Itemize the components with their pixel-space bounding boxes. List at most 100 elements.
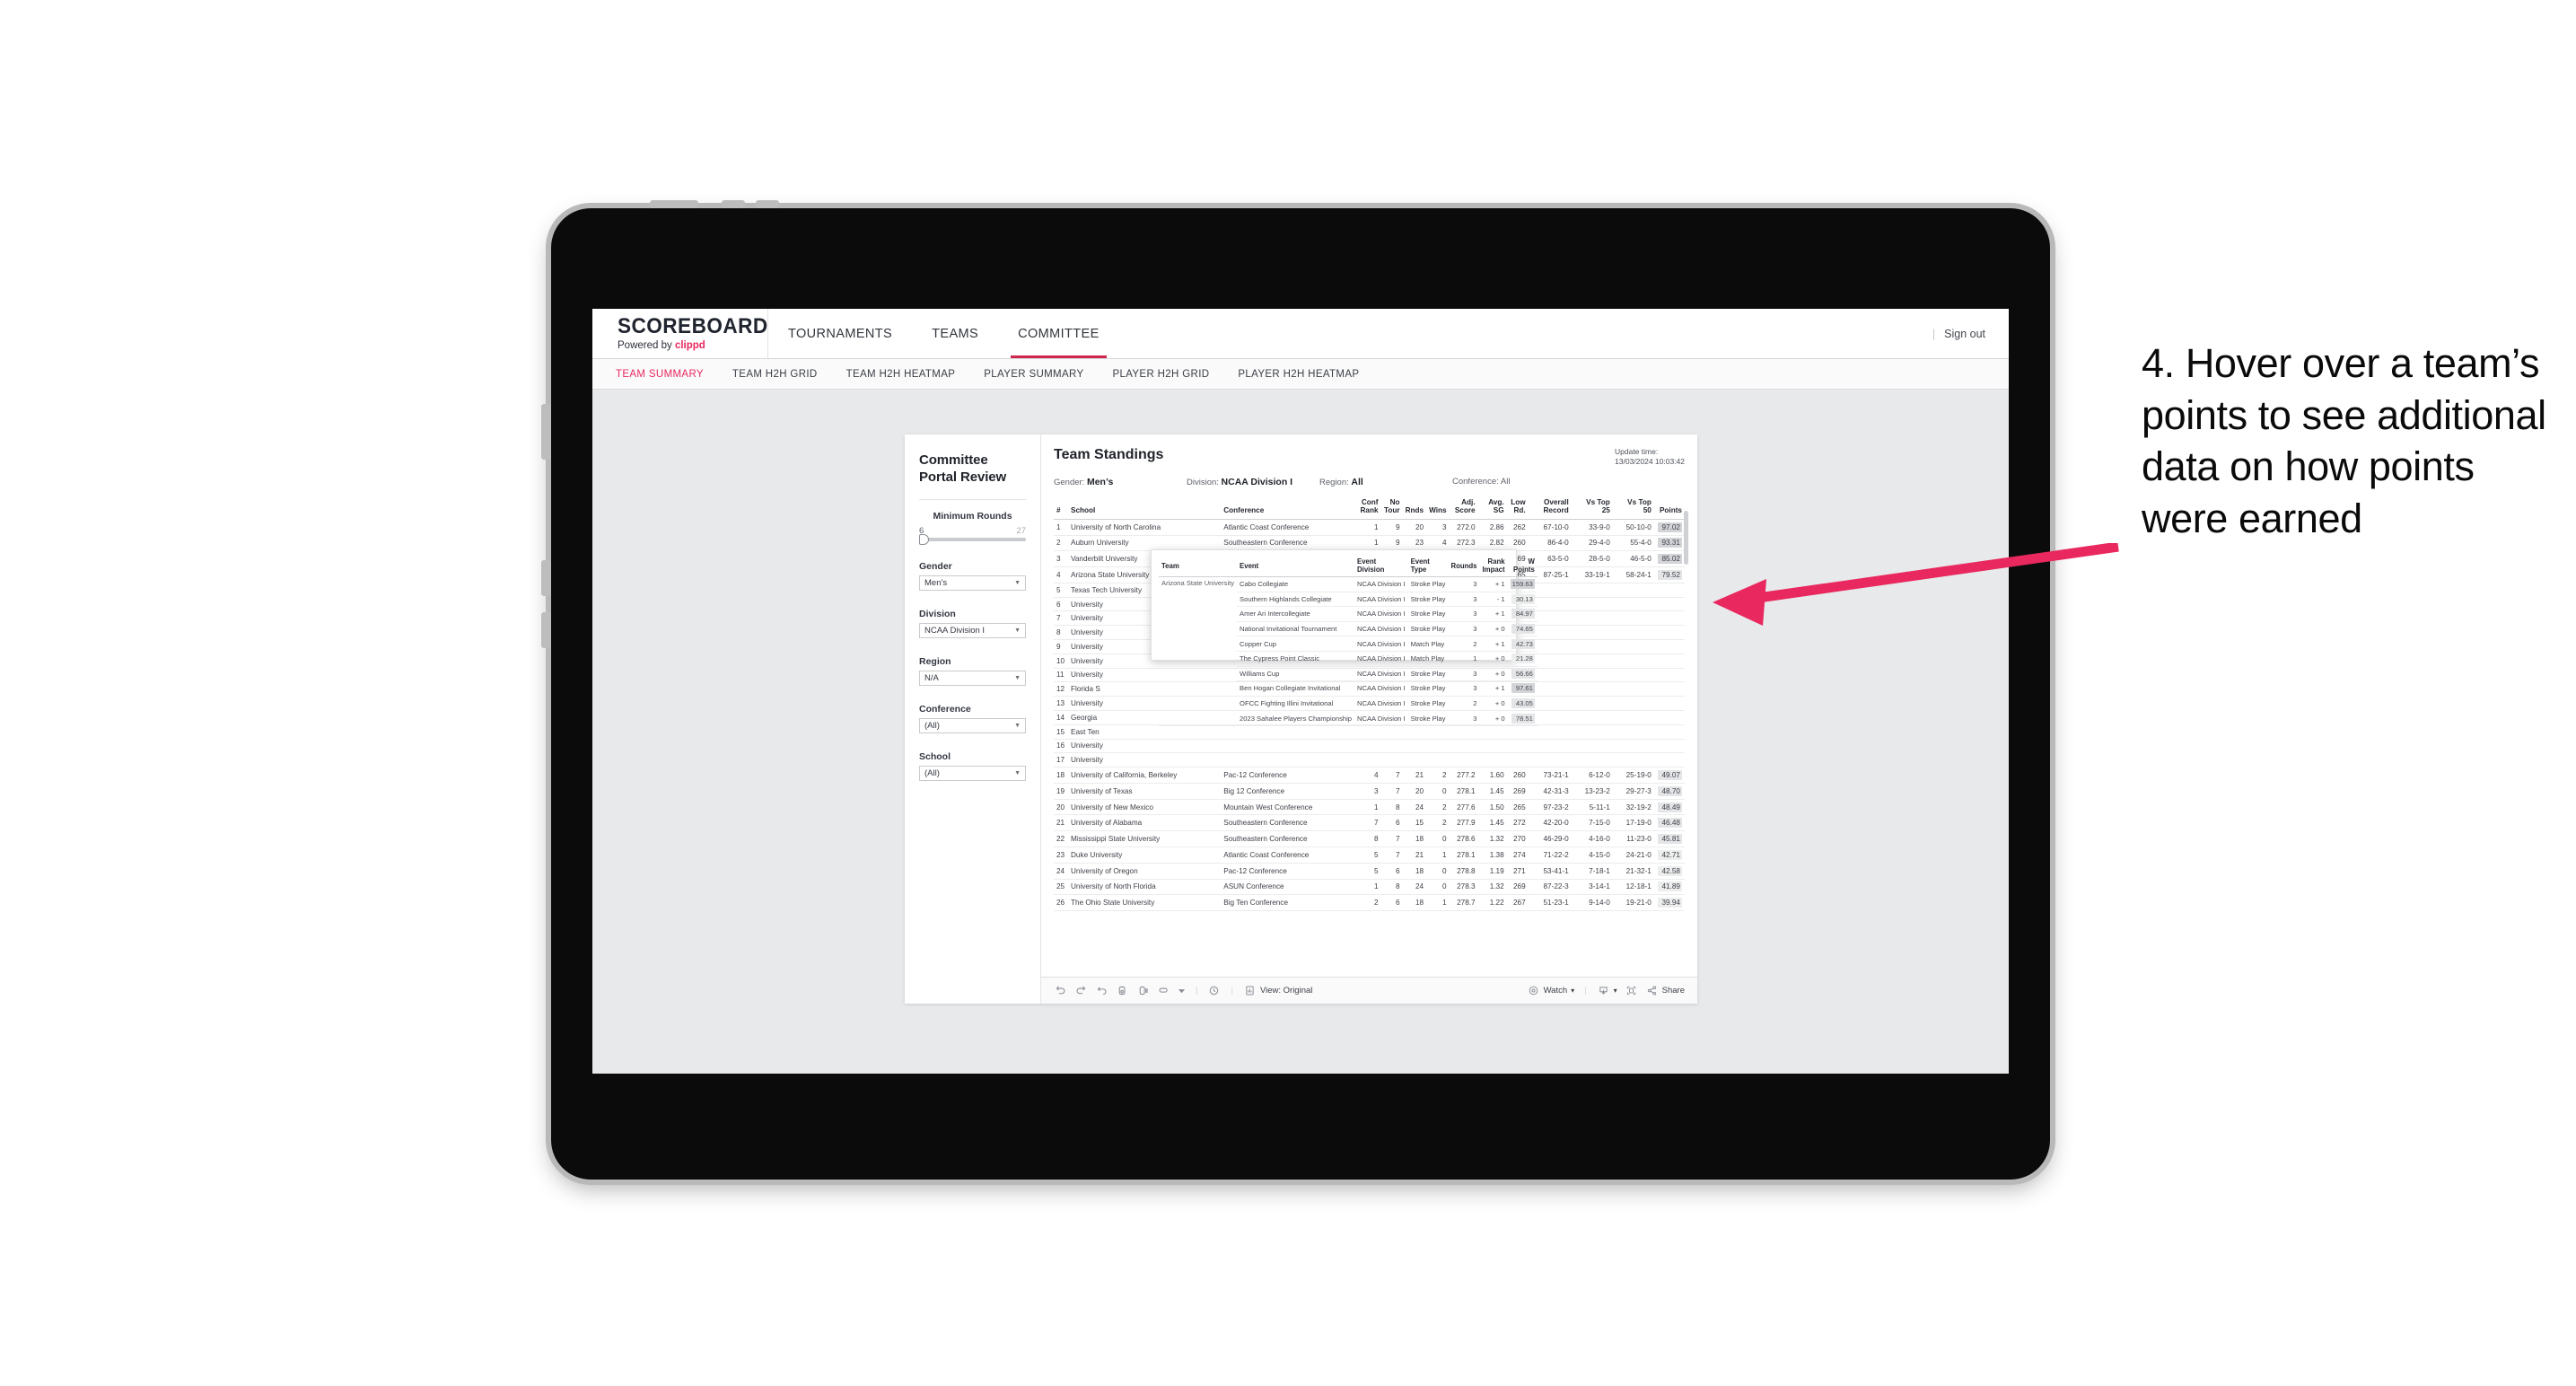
- th-adj-score[interactable]: Adj. Score: [1449, 496, 1478, 520]
- cell-points[interactable]: 56.66: [1507, 666, 1538, 682]
- tooltip-event: Ben Hogan Collegiate Invitational: [1237, 680, 1355, 697]
- cell-points[interactable]: 85.02: [1653, 550, 1685, 568]
- cell-points[interactable]: 93.31: [1653, 535, 1685, 552]
- primary-nav: TOURNAMENTS TEAMS COMMITTEE: [768, 309, 1119, 358]
- cell-points[interactable]: 74.65: [1507, 621, 1538, 637]
- cell-no-tour: 8: [1380, 879, 1403, 896]
- cell-points[interactable]: 42.58: [1653, 863, 1685, 880]
- share-button[interactable]: Share: [1645, 984, 1685, 997]
- th-avg-sg[interactable]: Avg. SG: [1477, 496, 1507, 520]
- slider-thumb[interactable]: [919, 533, 929, 545]
- division-value: NCAA Division I: [924, 625, 986, 636]
- chevron-down-icon[interactable]: [1178, 984, 1186, 997]
- sign-out-link[interactable]: Sign out: [1944, 328, 1985, 340]
- th-conf-rank[interactable]: Conf Rank: [1357, 496, 1381, 520]
- school-select[interactable]: (All) ▼: [919, 765, 1026, 781]
- cell-points[interactable]: 46.48: [1653, 814, 1685, 832]
- topnav-item-tournaments[interactable]: TOURNAMENTS: [768, 309, 912, 358]
- table-row[interactable]: 16 University: [1054, 739, 1685, 754]
- topnav-item-committee[interactable]: COMMITTEE: [998, 309, 1119, 358]
- th-low-rd[interactable]: Low Rd.: [1506, 496, 1529, 520]
- subnav-item-player-h2h-heatmap[interactable]: PLAYER H2H HEATMAP: [1223, 369, 1373, 380]
- cell-points[interactable]: 48.49: [1653, 799, 1685, 816]
- region-select[interactable]: N/A ▼: [919, 670, 1026, 686]
- cell-points[interactable]: 43.05: [1507, 696, 1538, 712]
- cell-points[interactable]: 41.89: [1653, 879, 1685, 896]
- tooltip-event-type: Stroke Play: [1407, 606, 1449, 622]
- conference-select[interactable]: (All) ▼: [919, 717, 1026, 733]
- table-row[interactable]: 22 Mississippi State University Southeaste…: [1054, 830, 1685, 847]
- th-conference[interactable]: Conference: [1221, 496, 1358, 520]
- th-overall-record[interactable]: Overall Record: [1528, 496, 1572, 520]
- cell-points[interactable]: 39.94: [1653, 894, 1685, 912]
- table-row[interactable]: 21 University of Alabama Southeastern Conf…: [1054, 814, 1685, 832]
- gender-select[interactable]: Men’s ▼: [919, 575, 1026, 591]
- fullscreen-icon[interactable]: [1625, 984, 1638, 997]
- cell-points[interactable]: 42.71: [1653, 847, 1685, 864]
- cell-points[interactable]: 79.52: [1653, 566, 1685, 583]
- chevron-down-icon: ▼: [1014, 674, 1021, 681]
- cell-conf-rank: 5: [1357, 863, 1381, 880]
- tablet-screen: SCOREBOARD Powered by clippd TOURNAMENTS…: [592, 309, 2009, 1074]
- watch-button[interactable]: Watch ▾: [1527, 984, 1574, 997]
- table-row[interactable]: 23 Duke University Atlantic Coast Conferen…: [1054, 847, 1685, 864]
- table-row[interactable]: 26 The Ohio State University Big Ten Confe…: [1054, 894, 1685, 912]
- pause-icon[interactable]: [1136, 984, 1150, 997]
- subnav-item-team-summary[interactable]: TEAM SUMMARY: [616, 369, 718, 380]
- refresh-icon[interactable]: [1116, 984, 1129, 997]
- cell-points[interactable]: 49.07: [1653, 767, 1685, 784]
- table-row[interactable]: 24 University of Oregon Pac-12 Conference 5…: [1054, 863, 1685, 880]
- cell-adj-score: 278.8: [1449, 863, 1478, 880]
- content-area: Committee Portal Review Minimum Rounds 6…: [592, 390, 2009, 1074]
- history-icon[interactable]: [1207, 984, 1221, 997]
- th-vs-top-25[interactable]: Vs Top 25: [1571, 496, 1613, 520]
- cell-points[interactable]: 30.13: [1507, 592, 1538, 608]
- tt-th-event-division: Event Division: [1354, 556, 1408, 577]
- cell-points[interactable]: 159.63: [1507, 576, 1538, 592]
- cell-rank: 16: [1054, 739, 1069, 754]
- cell-points[interactable]: 78.51: [1507, 710, 1538, 726]
- minimum-rounds-slider[interactable]: [919, 533, 1026, 545]
- table-row[interactable]: 25 University of North Florida ASUN Confer…: [1054, 879, 1685, 896]
- th-wins[interactable]: Wins: [1426, 496, 1450, 520]
- undo-icon[interactable]: [1054, 984, 1067, 997]
- subnav-item-team-h2h-heatmap[interactable]: TEAM H2H HEATMAP: [832, 369, 970, 380]
- cell-points[interactable]: 21.28: [1507, 651, 1538, 667]
- th-vs-top-50[interactable]: Vs Top 50: [1612, 496, 1654, 520]
- th-rank[interactable]: #: [1054, 496, 1069, 520]
- cell-points[interactable]: 97.02: [1653, 519, 1685, 536]
- portal-title: Committee Portal Review: [919, 452, 1026, 487]
- th-points[interactable]: Points: [1653, 496, 1685, 520]
- brand-logo[interactable]: SCOREBOARD Powered by clippd: [592, 309, 768, 358]
- chevron-down-icon: ▼: [1014, 769, 1021, 776]
- highlight-icon[interactable]: [1157, 984, 1170, 997]
- cell-points[interactable]: 84.97: [1507, 606, 1538, 622]
- table-row[interactable]: 20 University of New Mexico Mountain West …: [1054, 799, 1685, 816]
- subnav-item-team-h2h-grid[interactable]: TEAM H2H GRID: [718, 369, 832, 380]
- cell-points[interactable]: 97.61: [1507, 680, 1538, 697]
- th-no-tour[interactable]: No Tour: [1380, 496, 1403, 520]
- cell-points[interactable]: 45.81: [1653, 830, 1685, 847]
- division-select[interactable]: NCAA Division I ▼: [919, 622, 1026, 638]
- th-rnds[interactable]: Rnds: [1402, 496, 1427, 520]
- toolbar-divider-3: |: [1584, 986, 1587, 996]
- redo-icon[interactable]: [1074, 984, 1088, 997]
- view-original-button[interactable]: View: Original: [1243, 984, 1312, 997]
- revert-icon[interactable]: [1095, 984, 1108, 997]
- subnav-item-player-summary[interactable]: PLAYER SUMMARY: [969, 369, 1098, 380]
- cell-points[interactable]: 48.70: [1653, 783, 1685, 800]
- cell-points[interactable]: 42.73: [1507, 636, 1538, 652]
- table-scrollbar[interactable]: [1684, 510, 1688, 565]
- table-row[interactable]: 19 University of Texas Big 12 Conference 3 7…: [1054, 783, 1685, 800]
- topnav-item-teams[interactable]: TEAMS: [912, 309, 998, 358]
- table-row[interactable]: 15 East Ten: [1054, 724, 1685, 740]
- table-row[interactable]: 17 University: [1054, 752, 1685, 768]
- table-row[interactable]: 18 University of California, Berkeley Pac-…: [1054, 767, 1685, 784]
- th-school[interactable]: School: [1068, 496, 1222, 520]
- table-row[interactable]: 1 University of North Carolina Atlantic Co…: [1054, 519, 1685, 536]
- subnav-item-player-h2h-grid[interactable]: PLAYER H2H GRID: [1098, 369, 1223, 380]
- download-button[interactable]: ▾: [1597, 984, 1617, 997]
- annotation-text: 4. Hover over a team’s points to see add…: [2142, 340, 2546, 541]
- cell-wins: 0: [1426, 830, 1450, 847]
- cell-rnds: 21: [1402, 847, 1427, 864]
